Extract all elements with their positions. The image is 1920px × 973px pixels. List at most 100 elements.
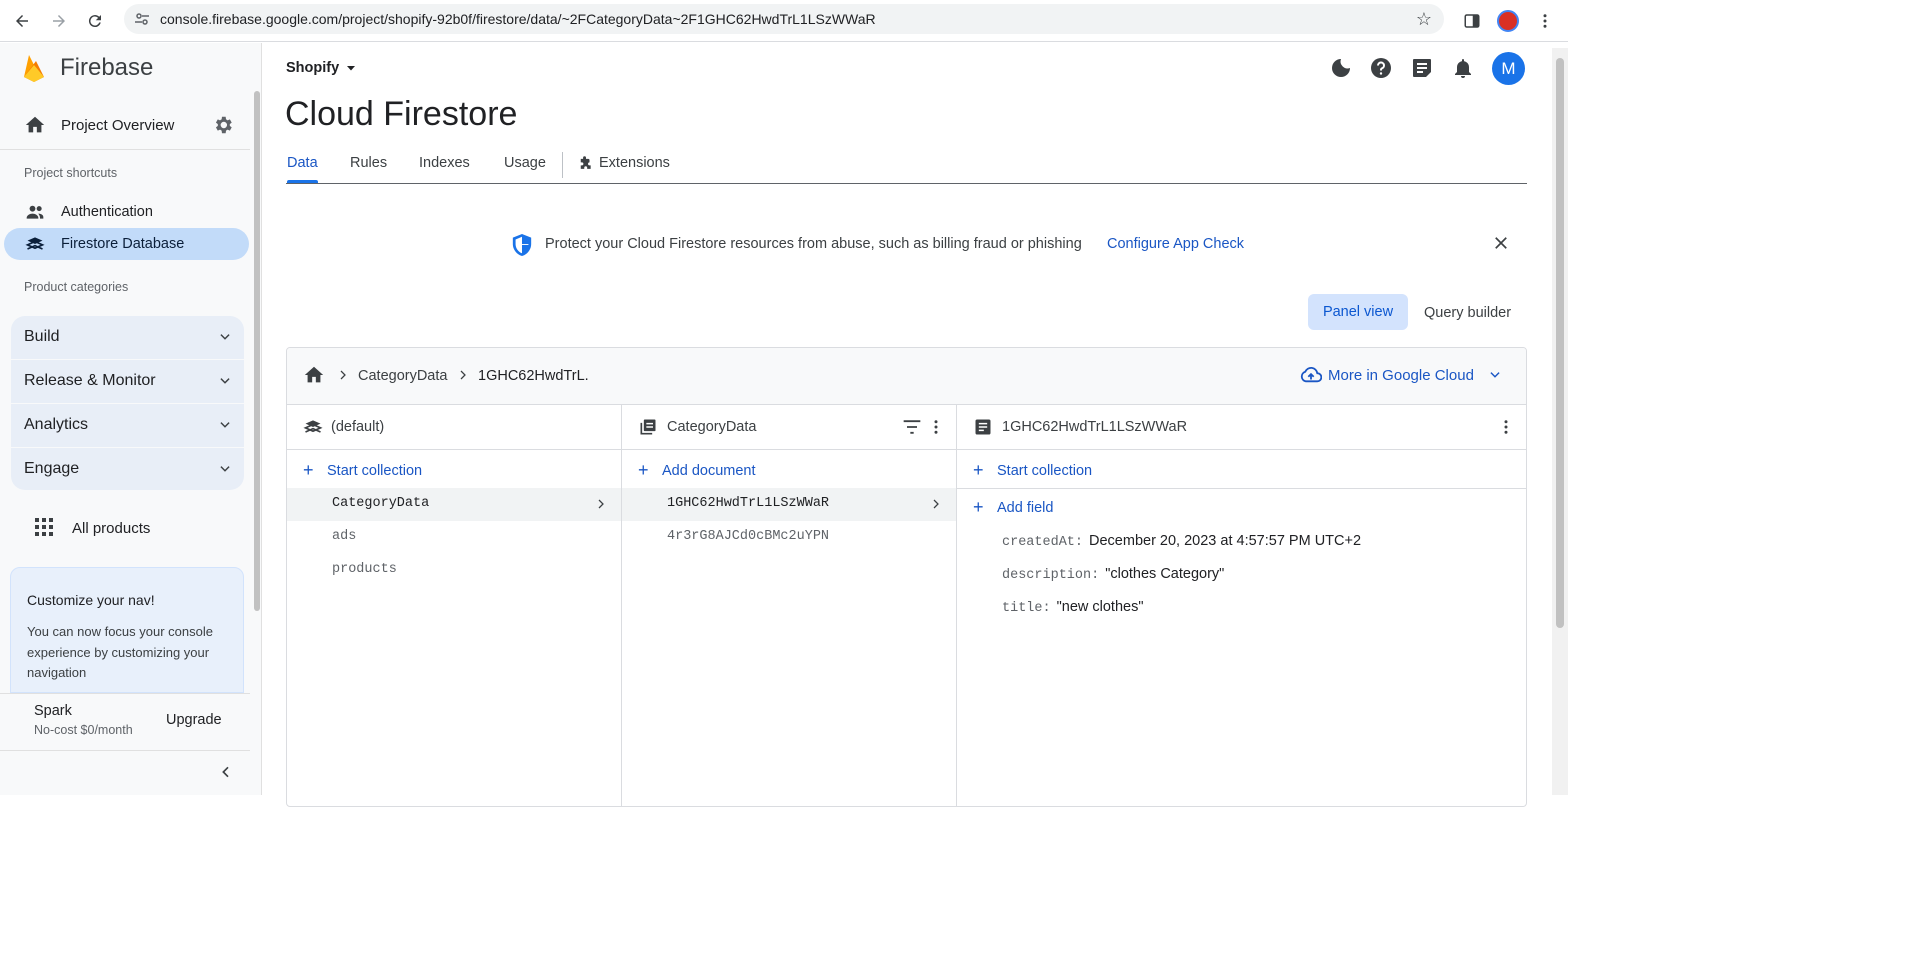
- plan-price: No-cost $0/month: [34, 723, 133, 737]
- app-check-banner-text: Protect your Cloud Firestore resources f…: [545, 236, 1082, 252]
- home-icon[interactable]: [303, 364, 325, 386]
- more-vert-icon[interactable]: [1497, 417, 1515, 437]
- category-build[interactable]: Build: [11, 316, 244, 358]
- breadcrumb: CategoryData 1GHC62HwdTrL. More in Googl…: [287, 348, 1526, 405]
- project-overview-label: Project Overview: [61, 116, 175, 134]
- breadcrumb-document[interactable]: 1GHC62HwdTrL.: [478, 368, 589, 384]
- firestore-icon: [25, 237, 45, 250]
- add-document-button[interactable]: + Add document: [638, 460, 756, 481]
- sidebar-item-label: Firestore Database: [61, 236, 185, 252]
- url-text[interactable]: console.firebase.google.com/project/shop…: [160, 11, 876, 27]
- field-value: December 20, 2023 at 4:57:57 PM UTC+2: [1089, 533, 1362, 549]
- site-info-icon[interactable]: [134, 11, 150, 27]
- more-in-google-cloud-button[interactable]: More in Google Cloud: [1300, 366, 1502, 384]
- release-notes-icon[interactable]: [1410, 56, 1434, 80]
- forward-icon[interactable]: [46, 8, 72, 34]
- dark-mode-icon[interactable]: [1329, 56, 1353, 80]
- column-header: CategoryData: [622, 405, 956, 450]
- start-collection-label: Start collection: [327, 462, 423, 479]
- plus-icon: +: [303, 460, 314, 480]
- document-field[interactable]: title: "new clothes": [1002, 598, 1143, 616]
- customize-nav-card[interactable]: Customize your nav! You can now focus yo…: [10, 567, 244, 693]
- firebase-logo[interactable]: Firebase: [22, 53, 153, 83]
- start-collection-button[interactable]: + Start collection: [303, 460, 422, 481]
- more-vert-icon[interactable]: [927, 417, 945, 437]
- document-field[interactable]: createdAt: December 20, 2023 at 4:57:57 P…: [1002, 532, 1361, 550]
- tab-extensions[interactable]: Extensions: [579, 155, 670, 171]
- document-icon: [975, 419, 991, 435]
- shield-icon: [512, 234, 532, 256]
- category-engage[interactable]: Engage: [11, 448, 244, 490]
- divider: [0, 750, 250, 751]
- help-icon[interactable]: [1369, 56, 1393, 80]
- sidebar-item-label: Authentication: [61, 204, 153, 220]
- gear-icon[interactable]: [212, 114, 234, 136]
- reload-icon[interactable]: [82, 8, 108, 34]
- sidebar-item-firestore[interactable]: Firestore Database: [4, 228, 249, 260]
- query-builder-button[interactable]: Query builder: [1424, 305, 1511, 321]
- bookmark-star-icon[interactable]: ☆: [1416, 9, 1432, 30]
- page-title: Cloud Firestore: [285, 95, 518, 133]
- close-icon[interactable]: [1492, 234, 1510, 252]
- collection-name: CategoryData: [332, 496, 430, 511]
- upgrade-button[interactable]: Upgrade: [166, 712, 222, 728]
- configure-app-check-link[interactable]: Configure App Check: [1107, 236, 1244, 252]
- back-icon[interactable]: [9, 8, 35, 34]
- sidebar-scrollbar[interactable]: [254, 91, 260, 611]
- browser-toolbar: console.firebase.google.com/project/shop…: [0, 0, 1568, 42]
- notifications-icon[interactable]: [1451, 56, 1475, 80]
- list-item[interactable]: CategoryData: [287, 488, 621, 521]
- shortcuts-caption: Project shortcuts: [24, 166, 118, 180]
- database-icon: [303, 420, 323, 433]
- add-field-label: Add field: [997, 499, 1054, 516]
- list-item[interactable]: ads: [287, 521, 621, 554]
- document-column: 1GHC62HwdTrL1LSzWWaR + Start collection …: [957, 405, 1526, 806]
- column-title: (default): [331, 419, 385, 435]
- profile-icon[interactable]: [1495, 8, 1521, 34]
- tab-indexes[interactable]: Indexes: [419, 155, 470, 171]
- category-release-monitor[interactable]: Release & Monitor: [11, 360, 244, 402]
- plan-info: Spark No-cost $0/month: [34, 703, 133, 737]
- scrollbar-thumb[interactable]: [1556, 58, 1564, 628]
- column-header: (default): [287, 405, 621, 450]
- tab-usage[interactable]: Usage: [504, 155, 546, 171]
- add-field-button[interactable]: + Add field: [973, 497, 1053, 518]
- sidebar-item-authentication[interactable]: Authentication: [4, 196, 249, 228]
- project-overview-link[interactable]: Project Overview: [0, 103, 250, 147]
- tab-data[interactable]: Data: [287, 155, 318, 171]
- firebase-flame-icon: [24, 55, 44, 82]
- document-field[interactable]: description: "clothes Category": [1002, 565, 1224, 583]
- collection-icon: [640, 419, 656, 435]
- collapse-sidebar-icon[interactable]: [218, 764, 234, 780]
- chevron-down-icon: [220, 466, 230, 472]
- side-panel-icon[interactable]: [1459, 8, 1485, 34]
- column-title: CategoryData: [667, 419, 757, 435]
- start-collection-button[interactable]: + Start collection: [973, 460, 1092, 481]
- page-scrollbar[interactable]: [1552, 48, 1568, 795]
- tab-rules[interactable]: Rules: [350, 155, 387, 171]
- all-products-link[interactable]: All products: [34, 517, 150, 537]
- list-item[interactable]: products: [287, 554, 621, 587]
- divider: [957, 488, 1526, 489]
- address-bar[interactable]: console.firebase.google.com/project/shop…: [124, 4, 1444, 34]
- chevron-right-icon: [340, 370, 346, 380]
- avatar[interactable]: M: [1492, 52, 1525, 85]
- category-label: Build: [24, 328, 60, 345]
- breadcrumb-collection[interactable]: CategoryData: [358, 368, 447, 384]
- project-switcher[interactable]: Shopify: [286, 60, 357, 76]
- category-analytics[interactable]: Analytics: [11, 404, 244, 446]
- cloud-upload-icon: [1300, 366, 1322, 383]
- chevron-down-icon: [220, 422, 230, 428]
- panel-view-button[interactable]: Panel view: [1308, 294, 1408, 330]
- tab-bar: Data Rules Indexes Usage Extensions: [286, 147, 1527, 184]
- more-in-google-cloud-label: More in Google Cloud: [1328, 366, 1474, 384]
- plan-name: Spark: [34, 703, 72, 719]
- chevron-right-icon: [598, 499, 604, 509]
- list-item[interactable]: 1GHC62HwdTrL1LSzWWaR: [622, 488, 956, 521]
- list-item[interactable]: 4r3rG8AJCd0cBMc2uYPN: [622, 521, 956, 554]
- home-icon: [25, 116, 45, 133]
- collection-name: products: [332, 562, 397, 577]
- browser-menu-icon[interactable]: [1532, 8, 1558, 34]
- chevron-down-icon: [220, 378, 230, 384]
- filter-icon[interactable]: [902, 418, 922, 436]
